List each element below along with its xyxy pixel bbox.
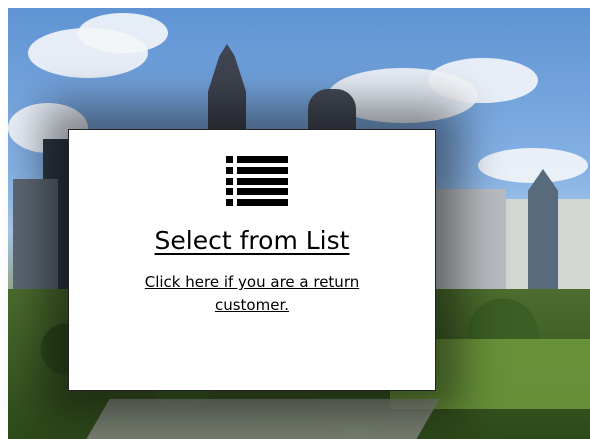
select-from-list-modal: Select from List Click here if you are a…: [68, 129, 436, 391]
list-icon[interactable]: [226, 156, 288, 206]
road: [86, 399, 440, 439]
cloud: [478, 148, 588, 183]
cloud: [78, 13, 168, 53]
cloud: [428, 58, 538, 103]
return-customer-link[interactable]: Click here if you are a return customer.: [119, 271, 385, 317]
select-from-list-link[interactable]: Select from List: [69, 226, 435, 255]
